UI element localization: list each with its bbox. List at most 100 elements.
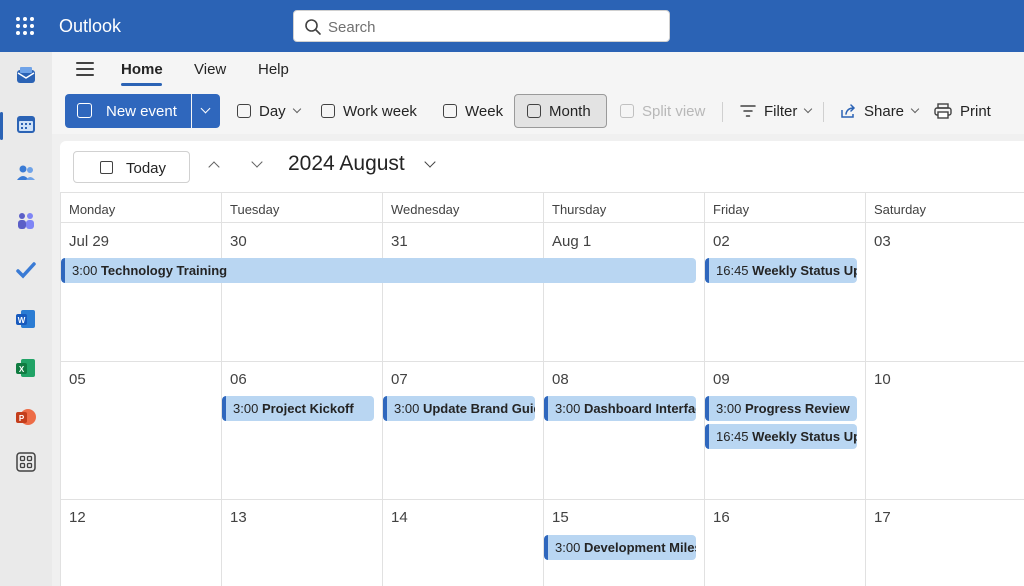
event-time: 16:45 [716,263,749,278]
print-label: Print [960,102,991,120]
work-week-button[interactable]: Work week [321,94,417,128]
grid-line [221,192,222,586]
weekday-header: Monday Tuesday Wednesday Thursday Friday… [60,192,1024,223]
event-title: Dashboard Interface [583,401,696,416]
previous-month-icon[interactable] [208,161,220,173]
chevron-down-icon [292,104,301,114]
week-icon [443,104,457,118]
event-update-brand[interactable]: 3:00 Update Brand Guidelines [383,396,535,421]
day-number[interactable]: 15 [552,509,569,526]
week-view-button[interactable]: Week [443,94,503,128]
new-event-dropdown[interactable] [192,94,220,128]
day-number[interactable]: 05 [69,371,86,388]
month-view-button[interactable]: Month [514,94,607,128]
day-number[interactable]: 14 [391,509,408,526]
new-event-button[interactable]: New event [65,94,191,128]
day-number[interactable]: 10 [874,371,891,388]
tab-home[interactable]: Home [121,61,163,78]
filter-button[interactable]: Filter [740,94,813,128]
tab-help[interactable]: Help [258,61,289,78]
day-number[interactable]: Jul 29 [69,233,109,250]
hamburger-menu-icon[interactable] [76,62,94,76]
day-number[interactable]: 03 [874,233,891,250]
apps-icon[interactable] [12,448,40,476]
svg-text:W: W [18,316,26,325]
day-number[interactable]: 02 [713,233,730,250]
month-label: Month [549,102,591,120]
event-time: 3:00 [233,401,259,416]
chevron-down-icon [200,103,211,114]
event-title: Weekly Status Update [752,429,857,444]
svg-text:P: P [19,414,25,423]
next-month-icon[interactable] [251,156,263,168]
event-title: Weekly Status Update [752,263,857,278]
event-weekly-status[interactable]: 16:45 Weekly Status Update [705,258,857,283]
svg-text:X: X [19,365,25,374]
mail-icon[interactable] [12,62,40,90]
active-indicator [0,112,3,140]
month-icon [527,104,541,118]
day-number[interactable]: 08 [552,371,569,388]
day-number[interactable]: 30 [230,233,247,250]
split-view-icon [620,104,634,118]
event-progress-review[interactable]: 3:00 Progress Review [705,396,857,421]
word-icon[interactable]: W [12,305,40,333]
day-number[interactable]: Aug 1 [552,233,591,250]
day-number[interactable]: 12 [69,509,86,526]
day-view-button[interactable]: Day [237,94,301,128]
grid-line [543,192,544,586]
powerpoint-icon[interactable]: P [12,403,40,431]
day-number[interactable]: 17 [874,509,891,526]
filter-icon [740,105,756,117]
day-number[interactable]: 13 [230,509,247,526]
event-development-milestone[interactable]: 3:00 Development Milestone [544,535,696,560]
new-event-label: New event [106,103,177,120]
tab-view[interactable]: View [194,61,226,78]
day-number[interactable]: 07 [391,371,408,388]
split-view-label: Split view [642,102,706,120]
day-number[interactable]: 31 [391,233,408,250]
today-button[interactable]: Today [73,151,190,183]
share-icon [841,103,856,118]
day-number[interactable]: 16 [713,509,730,526]
day-number[interactable]: 09 [713,371,730,388]
event-time: 3:00 [72,263,98,278]
todo-icon[interactable] [12,256,40,284]
app-launcher-icon[interactable] [16,17,34,35]
ribbon-toolbar: New event Day Work week Week Month Split… [52,88,1024,134]
grid-line [60,499,1024,500]
new-event-icon [77,103,92,118]
tab-home-underline [121,83,162,86]
grid-line [60,192,61,586]
search-placeholder: Search [328,19,376,36]
event-project-kickoff[interactable]: 3:00 Project Kickoff [222,396,374,421]
excel-icon[interactable]: X [12,354,40,382]
event-weekly-status[interactable]: 16:45 Weekly Status Update [705,424,857,449]
weekday-label: Thursday [552,202,607,217]
grid-line [704,192,705,586]
month-title[interactable]: 2024 August [288,152,405,176]
day-number[interactable]: 06 [230,371,247,388]
app-title[interactable]: Outlook [59,16,121,37]
event-title: Project Kickoff [261,401,354,416]
people-icon[interactable] [12,159,40,187]
search-input[interactable]: Search [293,10,670,42]
search-icon [305,19,321,35]
teams-icon[interactable] [12,207,40,235]
event-dashboard-interface[interactable]: 3:00 Dashboard Interface [544,396,696,421]
toolbar-divider [823,102,824,122]
work-week-label: Work week [343,102,417,120]
share-label: Share [864,102,905,120]
weekday-label: Tuesday [230,202,280,217]
chevron-down-icon[interactable] [424,156,436,168]
event-time: 3:00 [555,401,581,416]
calendar-icon[interactable] [12,110,40,138]
split-view-button[interactable]: Split view [620,94,705,128]
share-button[interactable]: Share [840,94,920,128]
event-title: Development Milestone [583,540,696,555]
chevron-down-icon [804,104,813,114]
event-time: 3:00 [394,401,420,416]
weekday-label: Friday [713,202,750,217]
event-technology-training[interactable]: 3:00 Technology Training [61,258,696,283]
print-button[interactable]: Print [934,94,991,128]
